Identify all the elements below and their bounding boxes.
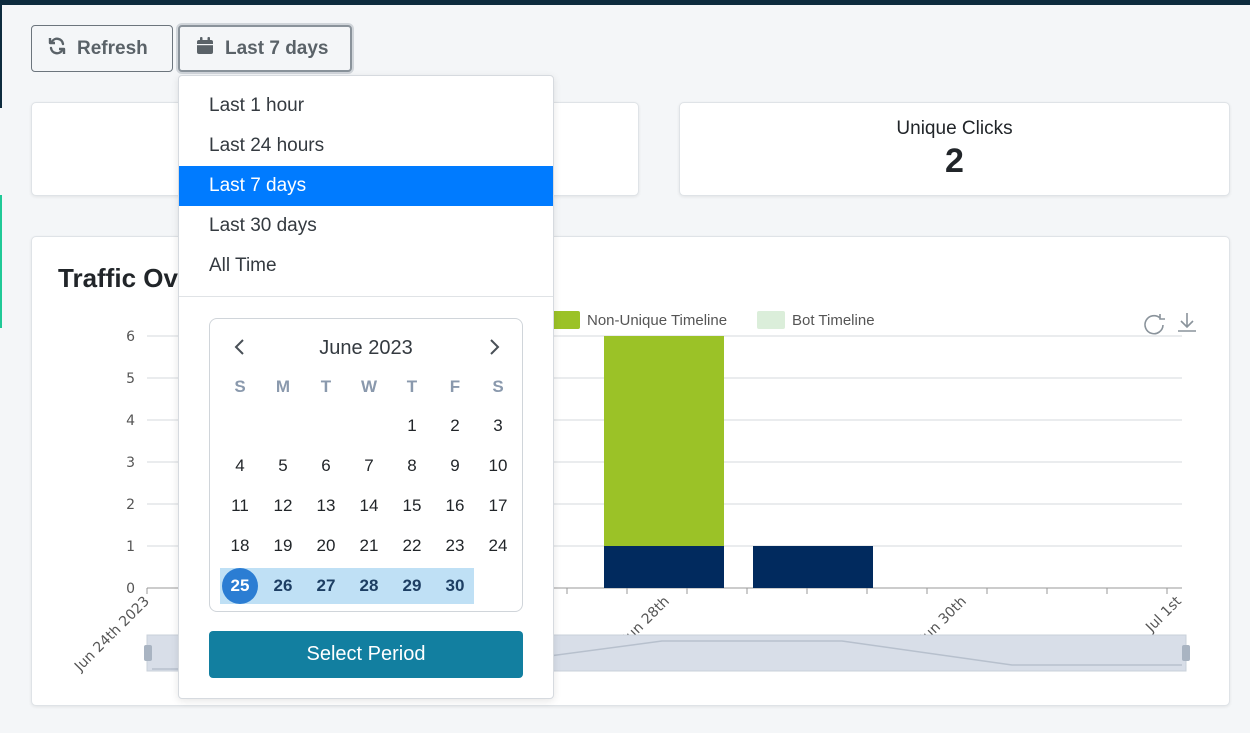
x-tick-label: Jul 1st xyxy=(1142,593,1185,636)
calendar-day[interactable]: 2 xyxy=(437,408,473,444)
calendar-day[interactable]: 9 xyxy=(437,448,473,484)
calendar-day[interactable]: 10 xyxy=(480,448,516,484)
date-range-button[interactable]: Last 7 days xyxy=(178,25,352,72)
date-picker: June 2023 S M T W T F S 1 2 3 4 5 6 7 8 9 10 11 12 13 14 15 16… xyxy=(209,318,523,612)
calendar-day[interactable]: 25 xyxy=(222,568,258,604)
chart-bar xyxy=(753,546,873,588)
calendar-day[interactable]: 14 xyxy=(351,488,387,524)
calendar-day[interactable]: 3 xyxy=(480,408,516,444)
x-tick-label: Jun 24th 2023 xyxy=(71,594,153,676)
calendar-day[interactable]: 13 xyxy=(308,488,344,524)
legend-swatch xyxy=(757,311,785,329)
y-tick-label: 1 xyxy=(126,539,135,555)
calendar-day[interactable]: 6 xyxy=(308,448,344,484)
zoom-handle-left xyxy=(144,645,152,661)
calendar-day[interactable]: 19 xyxy=(265,528,301,564)
select-period-button[interactable]: Select Period xyxy=(209,631,523,678)
calendar-day[interactable]: 16 xyxy=(437,488,473,524)
dropdown-divider xyxy=(179,296,553,297)
calendar-day[interactable]: 29 xyxy=(394,568,430,604)
calendar-month: June 2023 xyxy=(319,337,413,359)
top-bar xyxy=(0,0,1250,5)
left-edge-accent xyxy=(0,195,2,328)
calendar-day[interactable]: 23 xyxy=(437,528,473,564)
range-option[interactable]: Last 7 days xyxy=(179,166,553,206)
calendar-day[interactable]: 20 xyxy=(308,528,344,564)
calendar-day[interactable]: 21 xyxy=(351,528,387,564)
range-option[interactable]: Last 24 hours xyxy=(179,126,553,166)
calendar-day[interactable]: 27 xyxy=(308,568,344,604)
chart-restore-icon xyxy=(1144,314,1165,335)
range-option[interactable]: Last 1 hour xyxy=(179,86,553,126)
calendar-day[interactable]: 7 xyxy=(351,448,387,484)
calendar-day[interactable]: 8 xyxy=(394,448,430,484)
calendar-day[interactable]: 26 xyxy=(265,568,301,604)
calendar-day[interactable]: 18 xyxy=(222,528,258,564)
calendar-day[interactable]: 15 xyxy=(394,488,430,524)
chart-download-icon xyxy=(1178,313,1196,332)
weekday-label: S xyxy=(492,377,504,396)
weekday-label: T xyxy=(320,377,332,396)
calendar-day[interactable]: 22 xyxy=(394,528,430,564)
y-tick-label: 6 xyxy=(126,329,135,345)
chart-bar xyxy=(604,546,724,588)
refresh-button[interactable]: Refresh xyxy=(31,25,173,72)
unique-clicks-value: 2 xyxy=(945,142,964,180)
chevron-right-icon xyxy=(490,339,500,355)
weekday-label: T xyxy=(406,377,418,396)
weekday-label: S xyxy=(234,377,246,396)
calendar-day[interactable]: 24 xyxy=(480,528,516,564)
calendar-day[interactable]: 1 xyxy=(394,408,430,444)
calendar-day[interactable]: 12 xyxy=(265,488,301,524)
zoom-handle-right xyxy=(1182,645,1190,661)
y-tick-label: 0 xyxy=(126,581,135,597)
calendar-day[interactable]: 4 xyxy=(222,448,258,484)
left-edge xyxy=(0,5,2,108)
calendar-day[interactable]: 30 xyxy=(437,568,473,604)
next-month-button[interactable] xyxy=(482,335,506,359)
weekday-label: M xyxy=(275,377,291,396)
legend-label: Non-Unique Timeline xyxy=(587,312,727,329)
y-tick-label: 3 xyxy=(126,455,135,471)
unique-clicks-label: Unique Clicks xyxy=(896,118,1013,139)
stat-card-unique-clicks: Unique Clicks 2 xyxy=(679,102,1230,196)
y-tick-label: 2 xyxy=(126,497,135,513)
weekday-label: F xyxy=(449,377,461,396)
y-tick-label: 5 xyxy=(126,371,135,387)
calendar-day[interactable]: 11 xyxy=(222,488,258,524)
refresh-icon xyxy=(47,36,67,62)
chart-bar xyxy=(604,336,724,546)
y-tick-label: 4 xyxy=(126,413,135,429)
refresh-label: Refresh xyxy=(77,37,148,59)
range-option[interactable]: Last 30 days xyxy=(179,206,553,246)
calendar-icon xyxy=(195,36,215,62)
date-range-label: Last 7 days xyxy=(225,37,329,59)
legend-label: Bot Timeline xyxy=(792,312,875,329)
weekday-label: W xyxy=(360,377,378,396)
calendar-day[interactable]: 17 xyxy=(480,488,516,524)
range-option[interactable]: All Time xyxy=(179,246,553,286)
legend-swatch xyxy=(552,311,580,329)
selected-range-highlight xyxy=(220,568,474,604)
date-range-dropdown: Last 1 hour Last 24 hours Last 7 days Last … xyxy=(178,75,554,699)
calendar-day[interactable]: 28 xyxy=(351,568,387,604)
calendar-day[interactable]: 5 xyxy=(265,448,301,484)
